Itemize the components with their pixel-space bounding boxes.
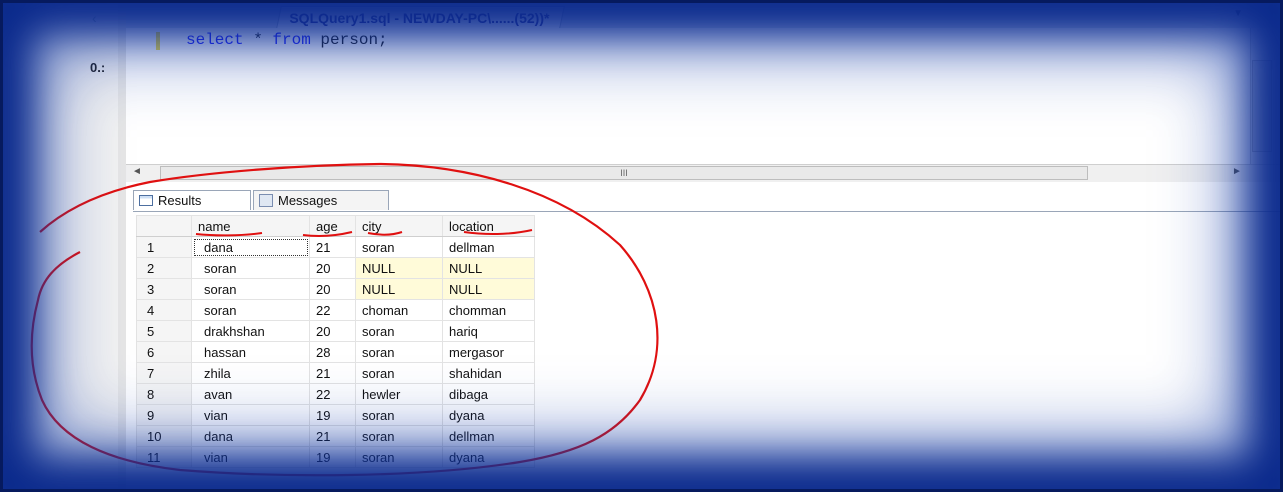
table-row[interactable]: 11 vian 19 soran dyana — [136, 446, 535, 468]
cell-age[interactable]: 22 — [309, 383, 356, 405]
cell-city[interactable]: choman — [355, 299, 443, 321]
left-pane-marker: 0.: — [90, 60, 106, 75]
table-row[interactable]: 6 hassan 28 soran mergasor — [136, 341, 535, 363]
cell-city[interactable]: NULL — [355, 257, 443, 279]
tab-results[interactable]: Results — [133, 190, 251, 210]
grid-header-row: name age city location — [136, 215, 535, 237]
cell-age[interactable]: 21 — [309, 362, 356, 384]
cell-location[interactable]: chomman — [442, 299, 535, 321]
cell-name[interactable]: dana — [191, 236, 310, 258]
change-indicator — [156, 32, 160, 50]
cell-location[interactable]: dyana — [442, 446, 535, 468]
tab-dropdown-icon[interactable]: ▼ — [1233, 8, 1243, 19]
cell-city[interactable]: hewler — [355, 383, 443, 405]
row-number[interactable]: 1 — [136, 236, 192, 258]
cell-city[interactable]: soran — [355, 320, 443, 342]
tabs-divider — [133, 211, 1283, 212]
table-row[interactable]: 9 vian 19 soran dyana — [136, 404, 535, 426]
collapse-arrow-icon[interactable]: ‹ — [92, 10, 97, 26]
row-number[interactable]: 2 — [136, 257, 192, 279]
cell-age[interactable]: 20 — [309, 257, 356, 279]
row-number[interactable]: 6 — [136, 341, 192, 363]
table-row[interactable]: 10 dana 21 soran dellman — [136, 425, 535, 447]
cell-location[interactable]: dibaga — [442, 383, 535, 405]
cell-city[interactable]: soran — [355, 236, 443, 258]
tab-results-label: Results — [158, 193, 202, 208]
cell-name[interactable]: soran — [191, 299, 310, 321]
query-table: person; — [310, 31, 388, 49]
ssms-window: ‹ 0.: SQLQuery1.sql - NEWDAY-PC\......(5… — [0, 0, 1283, 492]
cell-city[interactable]: soran — [355, 425, 443, 447]
cell-location[interactable]: dyana — [442, 404, 535, 426]
row-number[interactable]: 3 — [136, 278, 192, 300]
query-editor[interactable]: select * from person; — [126, 28, 1250, 164]
editor-horizontal-scroll-thumb[interactable]: III — [160, 166, 1088, 180]
table-row[interactable]: 5 drakhshan 20 soran hariq — [136, 320, 535, 342]
tab-title: SQLQuery1.sql - NEWDAY-PC\......(52))* — [289, 10, 550, 26]
cell-city[interactable]: soran — [355, 446, 443, 468]
cell-name[interactable]: zhila — [191, 362, 310, 384]
cell-name[interactable]: vian — [191, 404, 310, 426]
editor-vertical-scroll-thumb[interactable] — [1252, 60, 1272, 152]
cell-name[interactable]: soran — [191, 257, 310, 279]
cell-age[interactable]: 19 — [309, 446, 356, 468]
table-row[interactable]: 2 soran 20 NULL NULL — [136, 257, 535, 279]
cell-location[interactable]: mergasor — [442, 341, 535, 363]
table-row[interactable]: 1 dana 21 soran dellman — [136, 236, 535, 258]
cell-location[interactable]: shahidan — [442, 362, 535, 384]
row-number[interactable]: 7 — [136, 362, 192, 384]
cell-city[interactable]: soran — [355, 341, 443, 363]
cell-city[interactable]: soran — [355, 404, 443, 426]
object-explorer-pane: ‹ 0.: — [0, 0, 119, 492]
tab-sqlquery1[interactable]: SQLQuery1.sql - NEWDAY-PC\......(52))* — [276, 6, 565, 29]
cell-location[interactable]: NULL — [442, 278, 535, 300]
cell-location[interactable]: NULL — [442, 257, 535, 279]
cell-name[interactable]: hassan — [191, 341, 310, 363]
grid-corner[interactable] — [136, 215, 192, 237]
cell-name[interactable]: soran — [191, 278, 310, 300]
cell-age[interactable]: 22 — [309, 299, 356, 321]
column-header-name[interactable]: name — [191, 215, 310, 237]
row-number[interactable]: 9 — [136, 404, 192, 426]
cell-age[interactable]: 20 — [309, 320, 356, 342]
table-row[interactable]: 8 avan 22 hewler dibaga — [136, 383, 535, 405]
cell-age[interactable]: 21 — [309, 236, 356, 258]
keyword-from: from — [272, 31, 311, 49]
cell-city[interactable]: NULL — [355, 278, 443, 300]
row-number[interactable]: 4 — [136, 299, 192, 321]
scroll-left-icon[interactable]: ◄ — [132, 166, 142, 177]
cell-name[interactable]: avan — [191, 383, 310, 405]
tab-messages-label: Messages — [278, 193, 338, 208]
column-header-age[interactable]: age — [309, 215, 356, 237]
cell-age[interactable]: 19 — [309, 404, 356, 426]
scroll-right-icon[interactable]: ► — [1232, 166, 1242, 177]
cell-age[interactable]: 20 — [309, 278, 356, 300]
table-row[interactable]: 4 soran 22 choman chomman — [136, 299, 535, 321]
cell-name[interactable]: dana — [191, 425, 310, 447]
query-text: * — [243, 31, 273, 49]
cell-age[interactable]: 28 — [309, 341, 356, 363]
column-header-city[interactable]: city — [355, 215, 443, 237]
row-number[interactable]: 10 — [136, 425, 192, 447]
column-header-location[interactable]: location — [442, 215, 535, 237]
messages-icon — [259, 194, 273, 207]
table-row[interactable]: 3 soran 20 NULL NULL — [136, 278, 535, 300]
table-row[interactable]: 7 zhila 21 soran shahidan — [136, 362, 535, 384]
cell-name[interactable]: drakhshan — [191, 320, 310, 342]
cell-location[interactable]: hariq — [442, 320, 535, 342]
row-number[interactable]: 11 — [136, 446, 192, 468]
cell-location[interactable]: dellman — [442, 236, 535, 258]
results-grid[interactable]: name age city location 1 dana 21 soran dellm… — [136, 215, 535, 468]
cell-name[interactable]: vian — [191, 446, 310, 468]
row-number[interactable]: 5 — [136, 320, 192, 342]
grid-icon — [139, 195, 153, 206]
row-number[interactable]: 8 — [136, 383, 192, 405]
cell-location[interactable]: dellman — [442, 425, 535, 447]
keyword-select: select — [186, 31, 244, 49]
cell-city[interactable]: soran — [355, 362, 443, 384]
cell-age[interactable]: 21 — [309, 425, 356, 447]
sql-query-line[interactable]: select * from person; — [186, 31, 388, 49]
tab-messages[interactable]: Messages — [253, 190, 389, 210]
document-tab-strip: SQLQuery1.sql - NEWDAY-PC\......(52))* ▼ — [126, 0, 1283, 29]
